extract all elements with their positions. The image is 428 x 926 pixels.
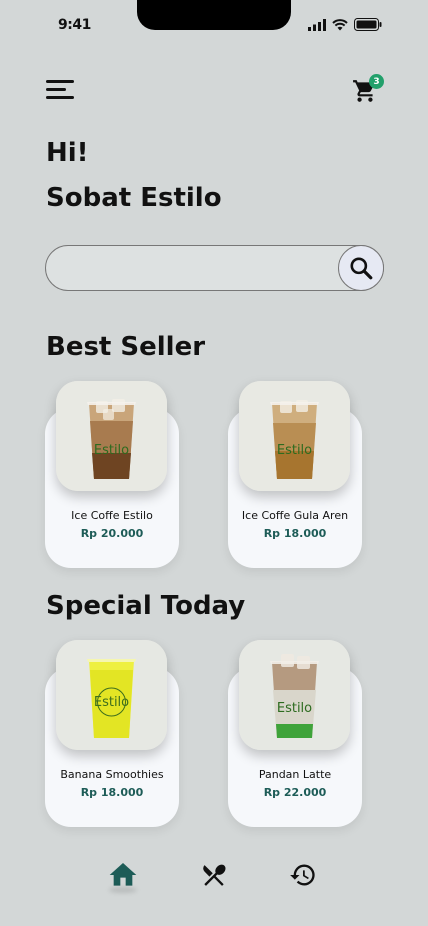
banana-smoothie-cup-icon: Estilo [56, 640, 167, 750]
product-card[interactable]: Estilo Banana Smoothies Rp 18.000 [45, 640, 179, 827]
svg-text:Estilo: Estilo [277, 443, 312, 458]
product-price: Rp 20.000 [80, 527, 144, 540]
history-icon [290, 864, 315, 886]
battery-icon [354, 18, 382, 31]
wifi-icon [332, 18, 348, 30]
product-image: Estilo [239, 640, 350, 750]
search-input[interactable] [60, 254, 340, 282]
svg-text:Estilo: Estilo [94, 443, 129, 458]
product-name: Ice Coffe Gula Aren [241, 509, 349, 522]
nav-history[interactable] [283, 855, 323, 895]
device-notch [137, 0, 291, 30]
product-card[interactable]: Estilo Ice Coffe Estilo Rp 20.000 [45, 381, 179, 568]
svg-text:Estilo: Estilo [277, 701, 312, 716]
status-icons [308, 18, 382, 31]
product-name: Banana Smoothies [60, 768, 164, 781]
product-image: Estilo [239, 381, 350, 491]
product-image: Estilo [56, 381, 167, 491]
nav-menu[interactable] [194, 855, 234, 895]
iced-coffee-cup-icon: Estilo [239, 381, 350, 491]
greeting-name: Sobat Estilo [46, 183, 222, 213]
svg-text:Estilo: Estilo [94, 695, 129, 710]
search-button[interactable] [338, 245, 384, 291]
product-price: Rp 18.000 [263, 527, 327, 540]
status-time: 9:41 [58, 17, 91, 33]
home-icon [109, 863, 137, 886]
pandan-latte-cup-icon: Estilo [239, 640, 350, 750]
hamburger-menu-button[interactable] [46, 78, 76, 102]
cart-count-badge: 3 [369, 74, 384, 89]
menu-line-icon [46, 88, 66, 91]
special-today-title: Special Today [46, 591, 246, 621]
nav-home[interactable] [103, 855, 143, 895]
search-icon [350, 257, 373, 280]
product-card[interactable]: Estilo Ice Coffe Gula Aren Rp 18.000 [228, 381, 362, 568]
search-bar [45, 245, 384, 291]
fork-knife-icon [203, 864, 226, 886]
greeting-hi: Hi! [46, 138, 89, 168]
iced-coffee-cup-icon: Estilo [56, 381, 167, 491]
bottom-navigation [0, 855, 428, 899]
menu-line-icon [46, 96, 74, 99]
product-price: Rp 18.000 [80, 786, 144, 799]
status-bar: 9:41 [0, 0, 428, 44]
product-image: Estilo [56, 640, 167, 750]
product-name: Pandan Latte [258, 768, 332, 781]
product-name: Ice Coffe Estilo [71, 509, 153, 522]
best-seller-title: Best Seller [46, 332, 206, 362]
cart-button[interactable]: 3 [352, 74, 384, 104]
product-price: Rp 22.000 [263, 786, 327, 799]
menu-line-icon [46, 80, 74, 83]
product-card[interactable]: Estilo Pandan Latte Rp 22.000 [228, 640, 362, 827]
signal-icon [308, 18, 326, 31]
